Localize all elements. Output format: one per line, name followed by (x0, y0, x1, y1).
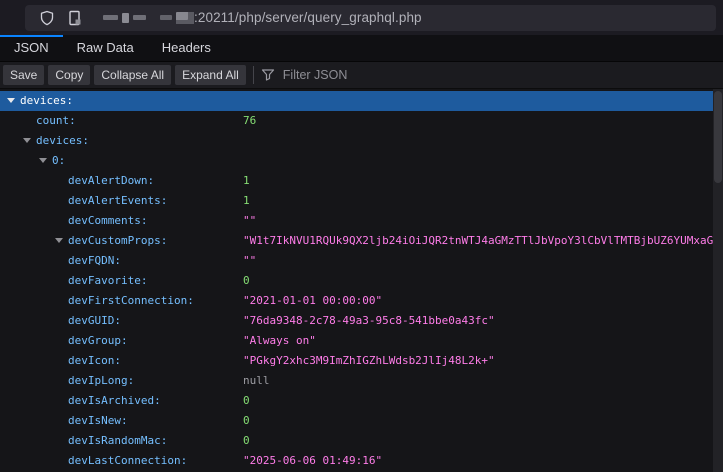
json-viewer-tab-bar: JSON Raw Data Headers (0, 35, 723, 62)
json-row[interactable]: count: 76 (0, 111, 723, 131)
twisty-expanded-icon[interactable] (23, 138, 31, 143)
json-key: devIsRandomMac: (68, 434, 167, 447)
json-row[interactable]: devIsRandomMac: 0 (0, 431, 723, 451)
filter-funnel-icon (261, 68, 275, 82)
json-key: devIsNew: (68, 414, 128, 427)
json-key: devAlertEvents: (68, 194, 167, 207)
expand-all-button[interactable]: Expand All (175, 65, 246, 85)
json-row[interactable]: devLastConnection: "2025-06-06 01:49:16" (0, 451, 723, 471)
tab-headers[interactable]: Headers (148, 35, 225, 61)
json-row[interactable]: devFQDN: "" (0, 251, 723, 271)
json-row[interactable]: devGroup: "Always on" (0, 331, 723, 351)
json-row[interactable]: devAlertDown: 1 (0, 171, 723, 191)
json-key: devGUID: (68, 314, 121, 327)
json-value: "76da9348-2c78-49a3-95c8-541bbe0a43fc" (243, 311, 495, 331)
json-row[interactable]: devFirstConnection: "2021-01-01 00:00:00" (0, 291, 723, 311)
twisty-expanded-icon[interactable] (55, 238, 63, 243)
json-key: devIcon: (68, 354, 121, 367)
collapse-all-button[interactable]: Collapse All (94, 65, 171, 85)
json-row[interactable]: devGUID: "76da9348-2c78-49a3-95c8-541bbe0… (0, 311, 723, 331)
json-toolbar: Save Copy Collapse All Expand All (0, 62, 723, 89)
json-key: devFirstConnection: (68, 294, 194, 307)
json-value: "" (243, 211, 256, 231)
scrollbar-track[interactable] (713, 89, 723, 472)
tab-raw-data[interactable]: Raw Data (63, 35, 148, 61)
json-row[interactable]: devIcon: "PGkgY2xhc3M9ImZhIGZhLWdsb2JlIj4… (0, 351, 723, 371)
page-icon[interactable] (61, 6, 89, 30)
json-value: "Always on" (243, 331, 316, 351)
redacted-host (103, 12, 194, 24)
json-row[interactable]: devComments: "" (0, 211, 723, 231)
json-rows: devices: count: 76 devices: 0:devAlertDown: 1… (0, 91, 723, 471)
json-value: "2025-06-06 01:49:16" (243, 451, 382, 471)
json-tree: devices: count: 76 devices: 0:devAlertDown: 1… (0, 89, 723, 472)
json-key: devCustomProps: (68, 234, 167, 247)
json-row[interactable]: devIsNew: 0 (0, 411, 723, 431)
json-row[interactable]: devFavorite: 0 (0, 271, 723, 291)
json-key: devFQDN: (68, 254, 121, 267)
json-key: devLastConnection: (68, 454, 187, 467)
json-key: devIpLong: (68, 374, 134, 387)
json-key: devComments: (68, 214, 147, 227)
copy-button[interactable]: Copy (48, 65, 90, 85)
json-value: 1 (243, 191, 250, 211)
json-key: devIsArchived: (68, 394, 161, 407)
json-key: 0: (52, 154, 65, 167)
json-row[interactable]: devIpLong: null (0, 371, 723, 391)
json-key: count: (36, 114, 76, 127)
url-bar[interactable]: :20211/php/server/query_graphql.php (25, 5, 716, 31)
json-key: devices: (20, 94, 73, 107)
json-value: 0 (243, 431, 250, 451)
json-key: devFavorite: (68, 274, 147, 287)
json-value: "W1t7IkNVU1RQUk9QX2ljb24iOiJQR2tnWTJ4aGM… (243, 231, 723, 251)
json-value: null (243, 371, 270, 391)
json-key: devAlertDown: (68, 174, 154, 187)
json-row[interactable]: devAlertEvents: 1 (0, 191, 723, 211)
tab-json[interactable]: JSON (0, 35, 63, 61)
json-row[interactable]: devices: (0, 91, 723, 111)
url-text: :20211/php/server/query_graphql.php (194, 10, 422, 25)
json-value: 0 (243, 271, 250, 291)
json-row[interactable]: 0: (0, 151, 723, 171)
json-row[interactable]: devIsArchived: 0 (0, 391, 723, 411)
twisty-expanded-icon[interactable] (39, 158, 47, 163)
json-value: "" (243, 251, 256, 271)
filter-json-input[interactable] (281, 67, 451, 83)
browser-toolbar: :20211/php/server/query_graphql.php (0, 0, 723, 35)
json-value: 1 (243, 171, 250, 191)
json-row[interactable]: devCustomProps: "W1t7IkNVU1RQUk9QX2ljb24i… (0, 231, 723, 251)
json-value: "2021-01-01 00:00:00" (243, 291, 382, 311)
json-key: devGroup: (68, 334, 128, 347)
json-value: "PGkgY2xhc3M9ImZhIGZhLWdsb2JlIj48L2k+" (243, 351, 495, 371)
scrollbar-thumb[interactable] (714, 91, 722, 183)
toolbar-separator (253, 66, 254, 84)
shield-icon[interactable] (33, 6, 61, 30)
twisty-expanded-icon[interactable] (7, 98, 15, 103)
json-row[interactable]: devices: (0, 131, 723, 151)
json-value: 0 (243, 411, 250, 431)
save-button[interactable]: Save (3, 65, 44, 85)
json-value: 76 (243, 111, 256, 131)
json-value: 0 (243, 391, 250, 411)
json-key: devices: (36, 134, 89, 147)
